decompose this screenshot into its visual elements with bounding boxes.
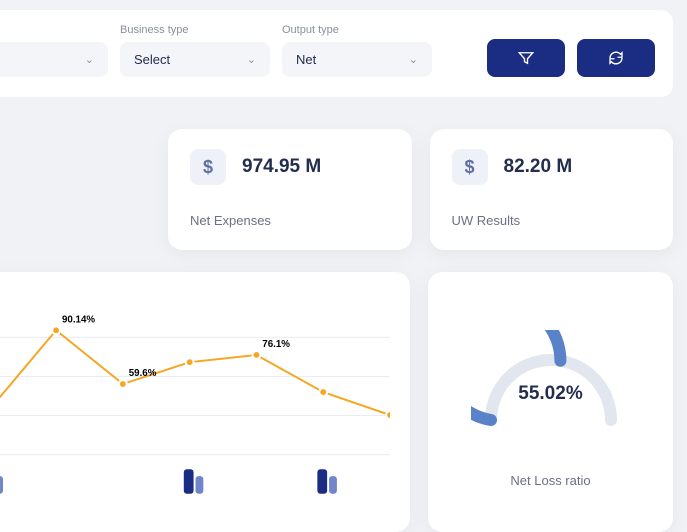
gauge-card: 55.02% Net Loss ratio [428, 272, 673, 532]
output-select[interactable]: Net ⌄ [282, 42, 432, 77]
card-value: 82.20 M [504, 156, 573, 178]
filter-branch: ranch All ⌄ [0, 24, 108, 77]
chevron-down-icon: ⌄ [247, 53, 256, 66]
card-label: UW Results [452, 213, 652, 228]
refresh-icon [607, 49, 625, 67]
metric-cards: $ 974.95 M Net Expenses $ 82.20 M UW Res… [0, 129, 673, 250]
chevron-down-icon: ⌄ [85, 53, 94, 66]
card-uw-results: $ 82.20 M UW Results [430, 129, 674, 250]
line-chart-svg: 90.14%59.6%76.1%41.95% [0, 296, 390, 496]
filter-label: Output type [282, 24, 432, 36]
gauge-value: 55.02% [518, 383, 582, 405]
line-chart: 90.14%59.6%76.1%41.95% [0, 272, 410, 532]
funnel-icon [517, 49, 535, 67]
gauge-label: Net Loss ratio [510, 473, 590, 488]
charts-row: 90.14%59.6%76.1%41.95% 55.02% Net Loss r… [0, 272, 673, 532]
card-value: 974.95 M [242, 156, 321, 178]
dollar-icon: $ [190, 149, 226, 185]
svg-text:76.1%: 76.1% [262, 339, 290, 350]
filter-label: Business type [120, 24, 270, 36]
card-net-expenses: $ 974.95 M Net Expenses [168, 129, 412, 250]
filter-label: ranch [0, 24, 108, 36]
dollar-icon: $ [452, 149, 488, 185]
filter-button[interactable] [487, 39, 565, 77]
branch-select[interactable]: All ⌄ [0, 42, 108, 77]
svg-text:59.6%: 59.6% [129, 368, 157, 379]
select-value: Net [296, 52, 316, 67]
filter-bar: ranch All ⌄ Business type Select ⌄ Outpu… [0, 10, 673, 97]
filter-business: Business type Select ⌄ [120, 24, 270, 77]
svg-text:90.14%: 90.14% [62, 314, 95, 325]
chevron-down-icon: ⌄ [409, 53, 418, 66]
select-value: Select [134, 52, 170, 67]
card-label: Net Expenses [190, 213, 390, 228]
business-select[interactable]: Select ⌄ [120, 42, 270, 77]
filter-output: Output type Net ⌄ [282, 24, 432, 77]
refresh-button[interactable] [577, 39, 655, 77]
